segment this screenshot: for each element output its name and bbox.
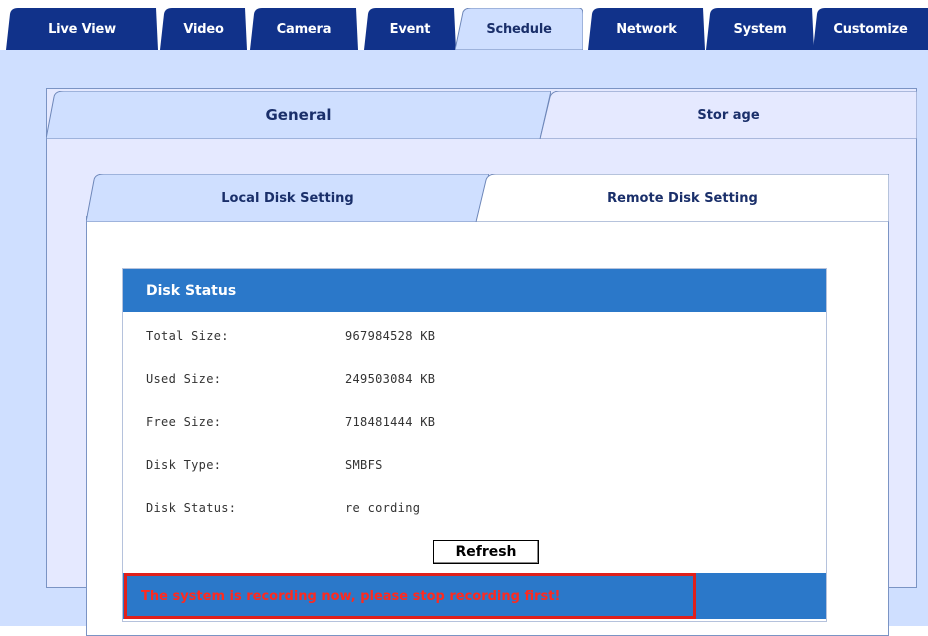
tab-camera[interactable]: Camera [250,8,358,50]
disk-type-label: Disk Type: [146,458,222,472]
tab-customize[interactable]: Customize [813,8,928,50]
tab-storage[interactable]: Stor age [540,91,917,139]
free-size-label: Free Size: [146,415,222,429]
tab-label: Live View [48,21,116,37]
used-size-row: Used Size: 249503084 KB [123,372,826,392]
used-size-label: Used Size: [146,372,222,386]
recording-alert-message: The system is recording now, please stop… [124,573,696,619]
tab-label: Video [183,21,224,37]
disk-type-value: SMBFS [345,458,383,472]
tab-network[interactable]: Network [588,8,705,50]
free-size-row: Free Size: 718481444 KB [123,415,826,435]
disk-status-box: Disk Status Total Size: 967984528 KB Use… [122,268,827,622]
tab-label: Stor age [697,107,760,123]
used-size-value: 249503084 KB [345,372,436,386]
disk-status-value: re cording [345,501,421,515]
tab-live-view[interactable]: Live View [6,8,158,50]
tab-label: Schedule [486,21,552,37]
disk-status-label: Disk Status: [146,501,237,515]
refresh-button[interactable]: Refresh [433,540,539,564]
total-size-label: Total Size: [146,329,229,343]
tab-label: Event [389,21,431,37]
tab-label: General [265,106,332,124]
total-size-row: Total Size: 967984528 KB [123,329,826,349]
tab-general[interactable]: General [46,91,551,139]
tab-label: System [733,21,787,37]
tab-label: Local Disk Setting [221,190,354,206]
disk-status-title: Disk Status [146,282,237,299]
top-navigation: Live View Video Camera Event Schedule Ne… [0,0,928,50]
tab-remote-disk-setting[interactable]: Remote Disk Setting [476,174,889,222]
tab-label: Remote Disk Setting [607,190,758,206]
tab-label: Camera [276,21,332,37]
free-size-value: 718481444 KB [345,415,436,429]
tab-system[interactable]: System [706,8,814,50]
tab-label: Network [616,21,677,37]
disk-type-row: Disk Type: SMBFS [123,458,826,478]
tab-schedule[interactable]: Schedule [455,8,583,50]
total-size-value: 967984528 KB [345,329,436,343]
alert-bar: The system is recording now, please stop… [123,573,826,619]
disk-status-row: Disk Status: re cording [123,501,826,521]
tab-video[interactable]: Video [160,8,247,50]
tab-local-disk-setting[interactable]: Local Disk Setting [86,174,489,222]
disk-status-header: Disk Status [123,269,826,312]
tab-event[interactable]: Event [364,8,456,50]
tab-label: Customize [833,21,908,37]
